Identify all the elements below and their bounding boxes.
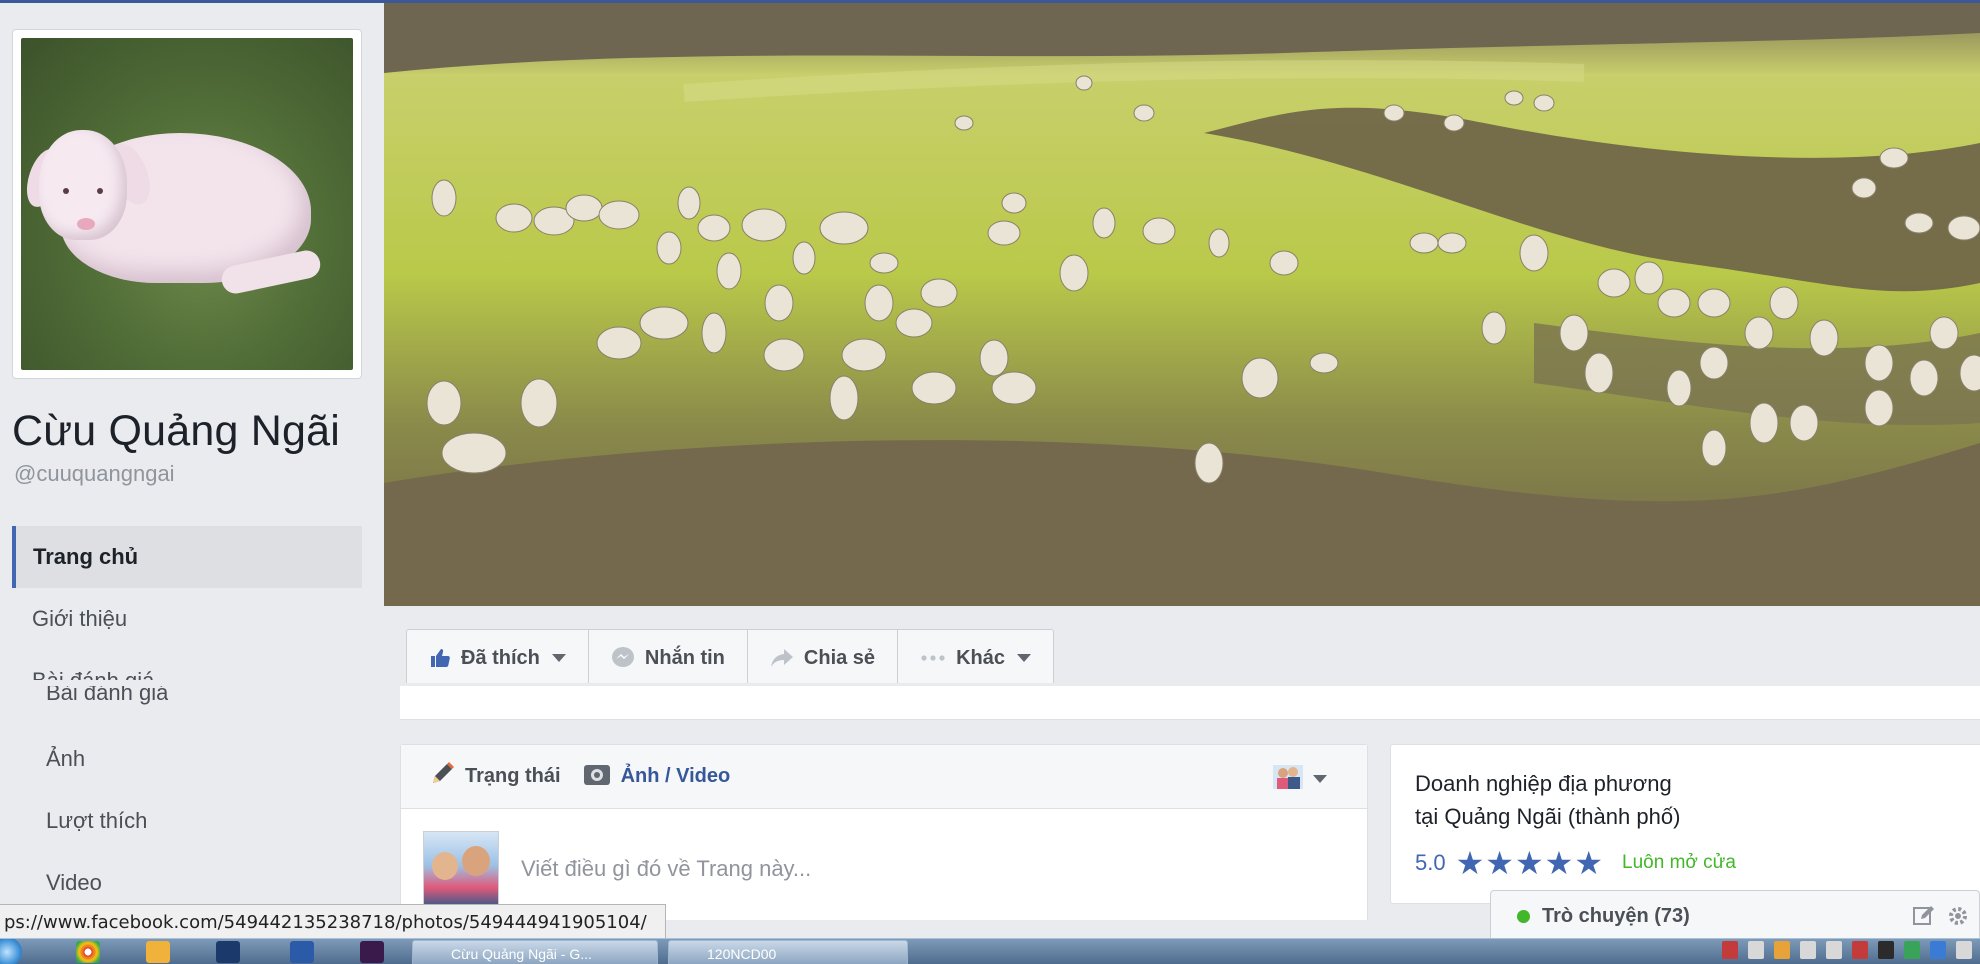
chat-actions xyxy=(1913,905,1969,932)
page-content-section: Bài đánh giá Ảnh Lượt thích Video Trạng … xyxy=(0,686,1980,920)
star-rating-icon: ★★★★★ xyxy=(1455,845,1605,881)
cover-photo[interactable] xyxy=(384,3,1980,606)
rating-value: 5.0 xyxy=(1415,850,1446,875)
profile-picture-card[interactable] xyxy=(12,29,362,379)
photoshop-icon[interactable] xyxy=(216,941,240,963)
media-player-icon[interactable] xyxy=(146,941,170,963)
premiere-icon[interactable] xyxy=(360,941,384,963)
tray-app-icon[interactable] xyxy=(1878,941,1894,959)
chevron-down-icon xyxy=(1016,654,1031,662)
ellipsis-icon xyxy=(920,654,946,662)
tray-app-icon[interactable] xyxy=(1722,941,1738,959)
chrome-icon[interactable] xyxy=(76,941,100,963)
rating-row[interactable]: 5.0 ★★★★★ Luôn mở cửa xyxy=(1415,847,1965,879)
avatar-person xyxy=(432,852,458,880)
browser-status-url: ps://www.facebook.com/549442135238718/ph… xyxy=(0,904,666,942)
header-bottom-strip xyxy=(400,686,1980,720)
tab-photo-label: Ảnh / Video xyxy=(620,765,731,787)
chevron-down-icon xyxy=(551,654,566,662)
liked-label: Đã thích xyxy=(461,646,540,669)
post-input[interactable]: Viết điều gì đó về Trang này... xyxy=(521,856,811,882)
share-label: Chia sẻ xyxy=(803,646,876,669)
nav-item-about[interactable]: Giới thiệu xyxy=(12,588,362,650)
nav-item-photos[interactable]: Ảnh xyxy=(46,746,85,772)
taskbar-task-browser[interactable]: Cừu Quảng Ngãi - G... xyxy=(412,940,658,964)
nav-item-reviews[interactable]: Bài đánh giá xyxy=(46,686,168,716)
composer-tabs: Trạng thái Ảnh / Video xyxy=(401,745,1367,809)
taskbar-task-folder[interactable]: 120NCD00 xyxy=(668,940,908,964)
nav-item-videos[interactable]: Video xyxy=(46,870,102,896)
page-header-section: Cừu Quảng Ngãi @cuuquangngai Trang chủ G… xyxy=(0,3,1980,683)
left-column: Cừu Quảng Ngãi @cuuquangngai Trang chủ G… xyxy=(0,3,384,683)
message-button[interactable]: Nhắn tin xyxy=(589,630,748,683)
about-card: Doanh nghiệp địa phương tại Quảng Ngãi (… xyxy=(1390,744,1980,904)
tab-status-label: Trạng thái xyxy=(465,765,561,787)
compose-message-icon[interactable] xyxy=(1913,905,1935,932)
nav-item-home[interactable]: Trang chủ xyxy=(12,526,362,588)
more-label: Khác xyxy=(956,646,1005,669)
messenger-icon xyxy=(611,646,635,670)
windows-taskbar: Cừu Quảng Ngãi - G... 120NCD00 xyxy=(0,938,1980,964)
start-button-icon[interactable] xyxy=(0,939,22,964)
network-icon[interactable] xyxy=(1826,941,1842,959)
more-button[interactable]: Khác xyxy=(898,630,1053,683)
open-hours-status: Luôn mở cửa xyxy=(1622,852,1736,873)
thumbs-up-icon xyxy=(429,647,451,669)
word-icon[interactable] xyxy=(290,941,314,963)
volume-icon[interactable] xyxy=(1748,941,1764,959)
nav-item-reviews-partial[interactable]: Bài đánh giá xyxy=(12,650,362,680)
chat-sidebar-toggle[interactable]: Trò chuyện (73) xyxy=(1490,890,1980,942)
lamb-nose xyxy=(77,218,95,230)
lamb-eye xyxy=(97,188,103,194)
tray-app-icon[interactable] xyxy=(1774,941,1790,959)
liked-button[interactable]: Đã thích xyxy=(407,630,589,683)
gear-icon[interactable] xyxy=(1947,905,1969,932)
pencil-icon xyxy=(429,761,455,793)
chevron-down-icon xyxy=(1313,774,1327,783)
share-button[interactable]: Chia sẻ xyxy=(748,630,899,683)
post-composer: Trạng thái Ảnh / Video Viết điều gì đó v… xyxy=(400,744,1368,920)
chat-label: Trò chuyện (73) xyxy=(1542,905,1690,927)
avatar-person xyxy=(462,846,490,876)
category-line-2[interactable]: tại Quảng Ngãi (thành phố) xyxy=(1415,800,1965,833)
category-line-1[interactable]: Doanh nghiệp địa phương xyxy=(1415,767,1965,800)
lamb-eye xyxy=(63,188,69,194)
battery-icon[interactable] xyxy=(1800,941,1816,959)
tray-app-icon[interactable] xyxy=(1930,941,1946,959)
tray-app-icon[interactable] xyxy=(1956,941,1972,959)
nav-item-likes[interactable]: Lượt thích xyxy=(46,808,147,834)
profile-picture[interactable] xyxy=(21,38,353,370)
tab-photo-video[interactable]: Ảnh / Video xyxy=(583,762,731,792)
tray-app-icon[interactable] xyxy=(1852,941,1868,959)
avatar xyxy=(423,831,499,907)
tab-status[interactable]: Trạng thái xyxy=(429,761,561,793)
share-arrow-icon xyxy=(770,647,794,669)
online-dot-icon xyxy=(1517,910,1530,923)
page-username[interactable]: @cuuquangngai xyxy=(14,461,175,487)
message-label: Nhắn tin xyxy=(644,646,725,669)
page-avatar-icon xyxy=(1273,763,1303,794)
camera-icon xyxy=(583,762,611,792)
audience-selector[interactable] xyxy=(1273,763,1327,794)
tray-app-icon[interactable] xyxy=(1904,941,1920,959)
system-tray xyxy=(1722,941,1980,959)
page-title[interactable]: Cừu Quảng Ngãi xyxy=(12,407,340,456)
page-action-bar: Đã thích Nhắn tin Chia sẻ Khác xyxy=(406,629,1054,683)
cover-photo-image xyxy=(384,3,1980,606)
